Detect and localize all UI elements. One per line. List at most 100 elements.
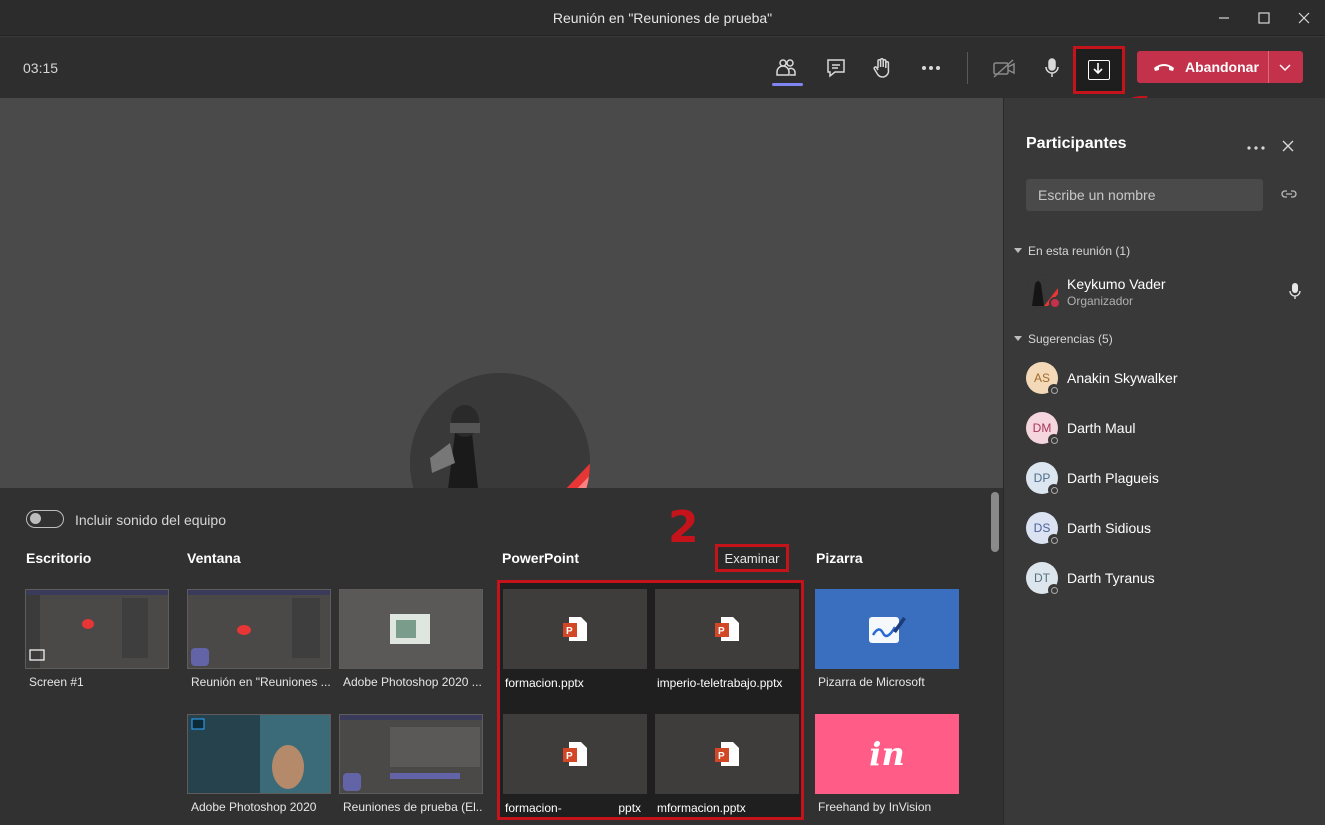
minimize-button[interactable] [1209, 6, 1239, 30]
show-chat-button[interactable] [820, 52, 852, 84]
camera-toggle-button[interactable] [988, 52, 1020, 84]
powerpoint-file-icon: P [563, 742, 587, 766]
darth-vader-image [410, 373, 590, 488]
close-panel-icon[interactable] [1281, 139, 1295, 153]
microphone-toggle-button[interactable] [1036, 52, 1068, 84]
suggestion-name: Anakin Skywalker [1067, 370, 1178, 386]
svg-text:P: P [718, 751, 725, 762]
browse-button[interactable]: Examinar [715, 544, 789, 572]
avatar-initials: AS [1033, 371, 1050, 385]
svg-text:P: P [566, 626, 573, 637]
pptx-tile-4[interactable]: P [655, 714, 799, 794]
suggestions-group-header[interactable]: Sugerencias (5) [1014, 332, 1113, 346]
participant-role: Organizador [1067, 294, 1134, 308]
window-thumbnail-photoshop-2[interactable] [187, 714, 331, 794]
pptx-tile-3[interactable]: P [503, 714, 647, 794]
suggestion-sidious[interactable]: DS Darth Sidious [1026, 512, 1306, 548]
powerpoint-files-group: P formacion.pptx P imperio-teletrabajo.p… [497, 580, 804, 820]
camera-off-icon [993, 59, 1015, 78]
pptx-tile-2[interactable]: P [655, 589, 799, 669]
share-content-button[interactable] [1073, 46, 1125, 94]
avatar: DP [1026, 462, 1060, 496]
title-bar: Reunión en "Reuniones de prueba" [0, 0, 1325, 36]
suggestion-name: Darth Plagueis [1067, 470, 1159, 486]
microsoft-whiteboard-tile[interactable] [815, 589, 959, 669]
screen-thumbnail[interactable] [25, 589, 169, 669]
participants-panel: Participantes En esta reunión (1) Keykum… [1003, 98, 1325, 825]
caret-down-icon [1014, 248, 1022, 253]
section-powerpoint: PowerPoint [502, 550, 580, 566]
microphone-icon [1045, 58, 1059, 77]
leave-divider [1268, 51, 1269, 83]
teams-window-preview [188, 590, 330, 668]
annotation-number-2: 2 [668, 502, 699, 553]
panel-more-button[interactable] [1247, 138, 1265, 156]
share-tray-icon [1088, 60, 1110, 80]
participant-organizer[interactable]: Keykumo Vader Organizador [1026, 274, 1306, 310]
invision-freehand-label: Freehand by InVision [818, 800, 932, 814]
avatar-initials: DP [1033, 471, 1051, 485]
active-tab-indicator [772, 83, 803, 86]
screen-preview [26, 590, 168, 668]
chat-icon [827, 59, 845, 78]
avatar [1026, 274, 1061, 309]
avatar: DT [1026, 562, 1060, 596]
window-thumbnail-photoshop-1[interactable] [339, 589, 483, 669]
suggestion-plagueis[interactable]: DP Darth Plagueis [1026, 462, 1306, 498]
include-sound-label: Incluir sonido del equipo [75, 512, 226, 528]
pptx-label-1: formacion.pptx [505, 676, 584, 690]
toggle-knob [30, 513, 41, 524]
svg-text:P: P [718, 626, 725, 637]
leave-label: Abandonar [1185, 59, 1259, 75]
offline-status-icon [1048, 584, 1060, 596]
whiteboard-icon [869, 617, 906, 643]
suggestion-anakin[interactable]: AS Anakin Skywalker [1026, 362, 1306, 398]
screen-label: Screen #1 [29, 675, 84, 689]
maximize-button[interactable] [1249, 6, 1279, 30]
pptx-tile-1[interactable]: P [503, 589, 647, 669]
avatar-initials: DT [1034, 571, 1050, 585]
close-window-button[interactable] [1289, 6, 1319, 30]
suggestion-name: Darth Sidious [1067, 520, 1152, 536]
avatar-initials: DS [1033, 521, 1051, 535]
invision-freehand-tile[interactable]: in [815, 714, 959, 794]
photoshop-splash-preview [188, 715, 330, 793]
window-thumbnail-teams[interactable] [187, 589, 331, 669]
maximize-icon [1258, 12, 1270, 24]
share-invite-link-icon[interactable] [1280, 187, 1298, 201]
window-label-photoshop-2: Adobe Photoshop 2020 [191, 800, 317, 814]
tray-scrollbar[interactable] [991, 492, 999, 552]
suggestion-tyranus[interactable]: DT Darth Tyranus [1026, 562, 1306, 598]
suggestion-maul[interactable]: DM Darth Maul [1026, 412, 1306, 448]
offline-status-icon [1048, 434, 1060, 446]
pptx-label-3: formacion- pptx [505, 801, 642, 815]
in-meeting-group-header[interactable]: En esta reunión (1) [1014, 244, 1130, 258]
pptx-label-4: mformacion.pptx [657, 801, 746, 815]
raise-hand-button[interactable] [866, 52, 898, 84]
more-icon [922, 66, 940, 70]
more-actions-button[interactable] [915, 52, 947, 84]
busy-status-icon [1049, 297, 1061, 309]
leave-meeting-button[interactable]: Abandonar [1137, 51, 1303, 83]
offline-status-icon [1048, 484, 1060, 496]
participant-search-input[interactable] [1026, 179, 1263, 211]
avatar: DM [1026, 412, 1060, 446]
window-thumbnail-meeting[interactable] [339, 714, 483, 794]
microsoft-whiteboard-label: Pizarra de Microsoft [818, 675, 925, 689]
window-title: Reunión en "Reuniones de prueba" [552, 10, 773, 26]
offline-status-icon [1048, 384, 1060, 396]
powerpoint-file-icon: P [715, 617, 739, 641]
in-meeting-label: En esta reunión (1) [1028, 244, 1131, 258]
chevron-down-icon[interactable] [1278, 60, 1292, 74]
suggestions-label: Sugerencias (5) [1028, 332, 1113, 346]
suggestion-name: Darth Maul [1067, 420, 1136, 436]
include-sound-toggle[interactable] [26, 510, 64, 528]
show-participants-button[interactable] [770, 52, 802, 84]
avatar: AS [1026, 362, 1060, 396]
meeting-window-preview [340, 715, 482, 793]
suggestion-name: Darth Tyranus [1067, 570, 1155, 586]
caret-down-icon [1014, 336, 1022, 341]
microphone-icon [1289, 283, 1301, 299]
participants-icon [776, 59, 796, 76]
participant-video-avatar [410, 373, 590, 488]
